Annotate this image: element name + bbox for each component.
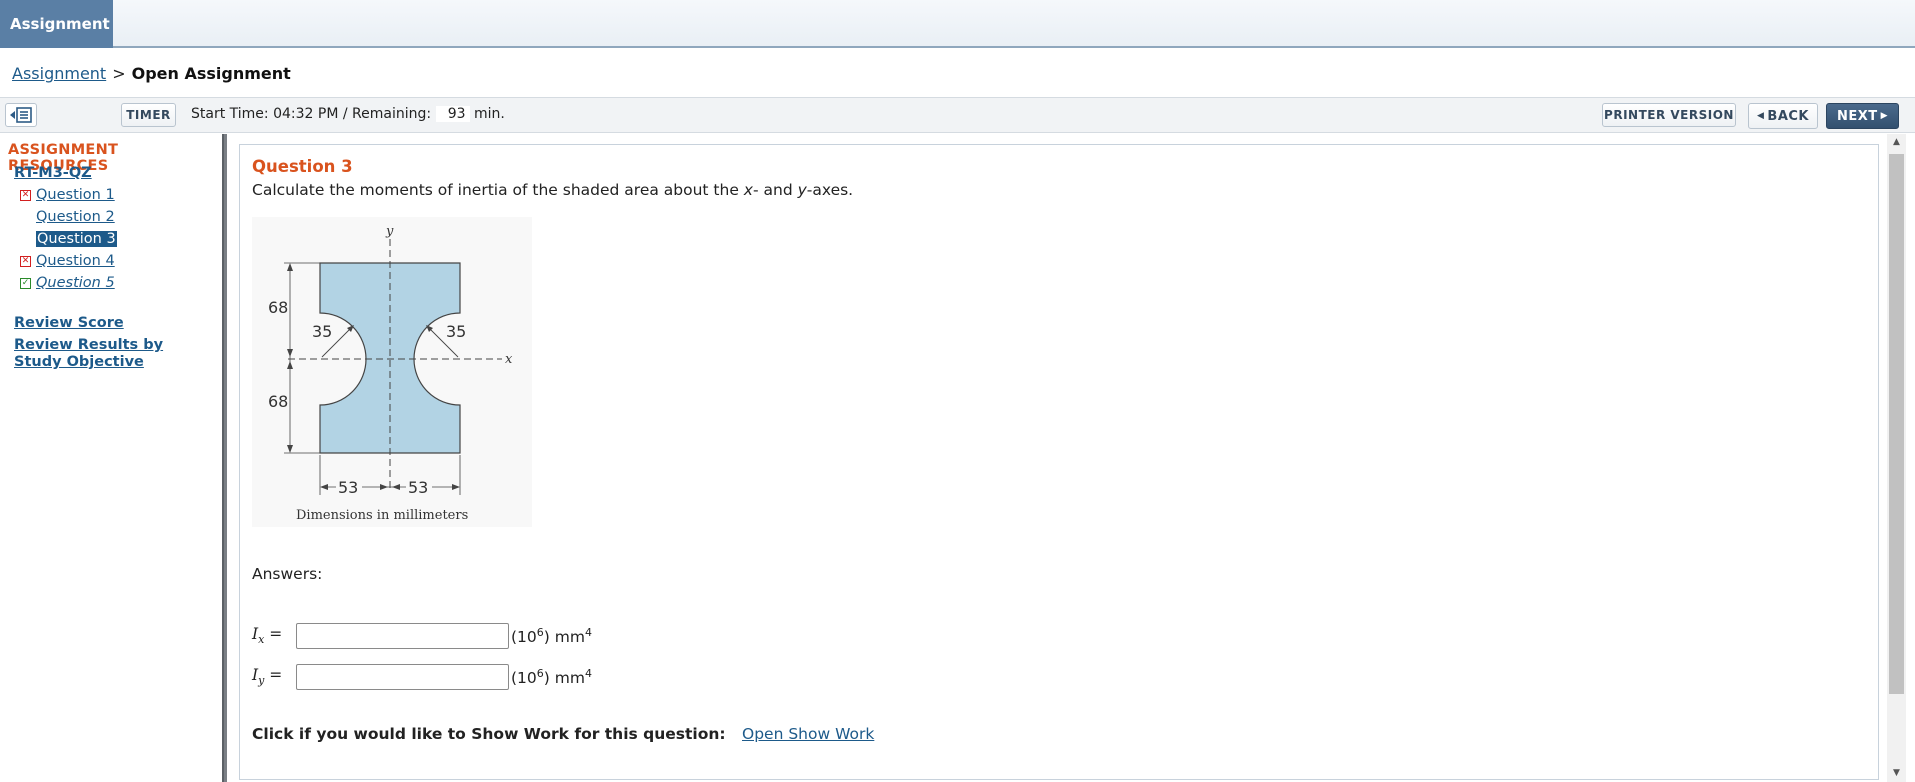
dimension-68-bottom: 68: [268, 392, 288, 411]
sidebar-resize-handle[interactable]: [222, 134, 227, 782]
ix-answer-input[interactable]: [296, 623, 509, 649]
ix-unit-pow: 4: [584, 625, 592, 639]
radius-35-right: 35: [446, 322, 466, 341]
review-results-link[interactable]: Review Results by Study Objective: [14, 337, 214, 371]
question-4-link[interactable]: Question 4: [36, 253, 115, 269]
back-button-label: BACK: [1767, 108, 1809, 124]
tab-assignment[interactable]: Assignment: [0, 0, 113, 48]
sidebar-item-question-1[interactable]: ✕ Question 1: [20, 187, 115, 203]
sidebar-item-question-4[interactable]: ✕ Question 4: [20, 253, 115, 269]
assignment-link[interactable]: RT-M3-QZ: [14, 165, 92, 181]
figure-caption: Dimensions in millimeters: [296, 508, 468, 523]
printer-version-button[interactable]: PRINTER VERSION: [1602, 103, 1736, 127]
iy-unit: (106) mm4: [511, 667, 592, 687]
assignment-resources-sidebar: ASSIGNMENT RESOURCES RT-M3-QZ ✕ Question…: [0, 134, 222, 782]
toolbar: TIMER Start Time: 04:32 PM / Remaining: …: [0, 97, 1915, 133]
timer-status: Start Time: 04:32 PM / Remaining: 93 min…: [191, 106, 505, 122]
collapse-sidebar-button[interactable]: [5, 103, 37, 127]
next-button[interactable]: NEXT ▶: [1826, 103, 1899, 129]
next-button-label: NEXT: [1836, 108, 1878, 124]
top-tab-bar: Assignment: [0, 0, 1915, 48]
back-arrow-icon: ◀: [1756, 111, 1765, 121]
problem-figure: y x 68 68 35 35 53 53 Dimensions in mill…: [252, 217, 532, 527]
printer-version-label: PRINTER VERSION: [1604, 108, 1734, 122]
ix-unit-pre: (10: [511, 628, 537, 647]
question-text-part: -axes.: [806, 181, 854, 199]
iy-eq: =: [269, 666, 283, 685]
ix-eq: =: [269, 625, 283, 644]
question-text: Calculate the moments of inertia of the …: [252, 181, 853, 199]
dimension-53-left: 53: [338, 478, 358, 497]
scroll-down-arrow-icon[interactable]: ▼: [1887, 765, 1906, 782]
start-time-text: Start Time: 04:32 PM / Remaining:: [191, 106, 432, 122]
show-work-prompt: Click if you would like to Show Work for…: [252, 725, 726, 743]
answer-row-ix: Ix = (106) mm4: [252, 623, 592, 649]
ix-unit-exp: 6: [536, 625, 544, 639]
remaining-unit: min.: [473, 106, 505, 122]
question-5-link[interactable]: Question 5: [36, 275, 115, 291]
iy-unit-exp: 6: [536, 666, 544, 680]
incorrect-icon: ✕: [20, 256, 31, 267]
answers-label: Answers:: [252, 565, 323, 583]
dimension-53-right: 53: [408, 478, 428, 497]
shaded-area-diagram: y x 68 68 35 35 53 53 Dimensions in mill…: [268, 224, 513, 523]
breadcrumb-assignment-link[interactable]: Assignment: [12, 64, 106, 83]
ix-unit: (106) mm4: [511, 626, 592, 646]
sidebar-item-question-5[interactable]: ✓ Question 5: [20, 275, 115, 291]
open-show-work-link[interactable]: Open Show Work: [742, 725, 874, 743]
iy-unit-post: ) mm: [543, 669, 585, 688]
correct-check-icon: ✓: [20, 278, 31, 289]
question-text-part: - and: [752, 181, 798, 199]
question-1-link[interactable]: Question 1: [36, 187, 115, 203]
dimension-68-top: 68: [268, 298, 288, 317]
question-title: Question 3: [252, 157, 353, 176]
remaining-minutes: 93: [435, 106, 470, 122]
iy-unit-pow: 4: [584, 666, 592, 680]
iy-answer-input[interactable]: [296, 664, 509, 690]
question-text-y: y: [797, 181, 807, 199]
breadcrumb-separator: >: [112, 64, 126, 83]
vertical-scrollbar[interactable]: ▲ ▼: [1887, 134, 1906, 782]
iy-sub: y: [258, 674, 265, 688]
ix-label: Ix =: [252, 625, 296, 646]
x-axis-label: x: [505, 352, 513, 367]
question-2-link[interactable]: Question 2: [36, 209, 115, 225]
ix-sub: x: [258, 633, 265, 647]
radius-35-left: 35: [312, 322, 332, 341]
iy-unit-pre: (10: [511, 669, 537, 688]
scroll-up-arrow-icon[interactable]: ▲: [1887, 134, 1906, 151]
incorrect-icon: ✕: [20, 190, 31, 201]
timer-button-label: TIMER: [126, 108, 171, 122]
sidebar-item-question-3[interactable]: Question 3: [20, 231, 117, 247]
collapse-sidebar-icon: [10, 107, 32, 123]
answer-row-iy: Iy = (106) mm4: [252, 664, 592, 690]
ix-unit-post: ) mm: [543, 628, 585, 647]
breadcrumb-current: Open Assignment: [131, 64, 291, 83]
question-text-part: Calculate the moments of inertia of the …: [252, 181, 744, 199]
y-axis-label: y: [385, 224, 394, 239]
review-score-link[interactable]: Review Score: [14, 315, 124, 331]
next-arrow-icon: ▶: [1880, 111, 1889, 121]
timer-button[interactable]: TIMER: [121, 103, 176, 127]
breadcrumb: Assignment > Open Assignment: [12, 64, 291, 83]
question-3-link[interactable]: Question 3: [36, 231, 117, 247]
tab-assignment-label: Assignment: [10, 15, 110, 33]
back-button[interactable]: ◀ BACK: [1748, 103, 1818, 129]
question-panel: Question 3 Calculate the moments of iner…: [239, 144, 1879, 780]
shaded-area: [319, 262, 461, 454]
sidebar-item-question-2[interactable]: Question 2: [20, 209, 115, 225]
main-content: Question 3 Calculate the moments of iner…: [228, 134, 1887, 782]
iy-label: Iy =: [252, 666, 296, 687]
scroll-thumb[interactable]: [1889, 154, 1904, 694]
question-text-x: x: [743, 181, 753, 199]
